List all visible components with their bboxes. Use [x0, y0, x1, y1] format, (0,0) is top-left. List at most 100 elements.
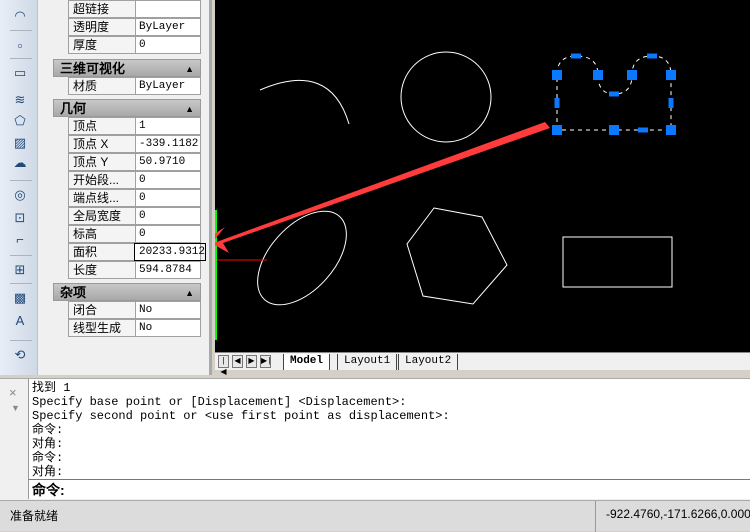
- property-row[interactable]: 顶点 X -339.1182: [68, 135, 201, 153]
- next-tab-button[interactable]: ▶: [246, 355, 257, 368]
- hatch-icon[interactable]: ▩: [12, 290, 28, 306]
- command-input[interactable]: 命令:: [28, 479, 750, 499]
- property-value[interactable]: 594.8784: [136, 262, 200, 278]
- drawing-canvas[interactable]: [205, 0, 750, 352]
- property-group-header[interactable]: 几何 ▲: [53, 99, 201, 117]
- polyline-icon[interactable]: ⌐: [12, 232, 28, 248]
- midpoint-grip[interactable]: [571, 53, 581, 59]
- tab-layout1[interactable]: Layout1: [337, 354, 398, 370]
- command-history-line: 找到 1: [32, 381, 71, 395]
- helix-icon[interactable]: ≋: [12, 92, 28, 108]
- property-label: 开始段...: [69, 172, 136, 188]
- vertex-grip[interactable]: [627, 70, 637, 80]
- property-value[interactable]: -339.1182: [136, 136, 200, 152]
- property-label: 面积: [69, 244, 135, 260]
- property-label: 长度: [69, 262, 136, 278]
- drawing-svg[interactable]: [205, 0, 750, 352]
- property-row[interactable]: 标高 0: [68, 225, 201, 243]
- property-label: 厚度: [69, 37, 136, 53]
- prev-tab-button[interactable]: ◀: [232, 355, 243, 368]
- table-icon[interactable]: ⊞: [12, 262, 28, 278]
- property-label: 超链接: [69, 1, 136, 17]
- dropdown-icon[interactable]: ▼: [11, 403, 20, 413]
- midpoint-grip[interactable]: [609, 91, 619, 97]
- property-row[interactable]: 长度 594.8784: [68, 261, 201, 279]
- collapse-icon[interactable]: ▲: [185, 60, 194, 78]
- rectangle-icon[interactable]: ▭: [12, 65, 28, 81]
- property-row[interactable]: 端点线... 0: [68, 189, 201, 207]
- close-icon[interactable]: ×: [9, 385, 17, 400]
- command-history-line: Specify second point or <use first point…: [32, 409, 450, 423]
- property-label: 顶点: [69, 118, 136, 134]
- property-row[interactable]: 顶点 1: [68, 117, 201, 135]
- draw-toolbar: ◠ ▫ ▭ ≋ ⬠ ▨ ☁ ◎ ⊡ ⌐ ⊞ ▩ A ⟲: [0, 0, 38, 375]
- command-window: × ▼ 找到 1 Specify base point or [Displacem…: [0, 378, 750, 500]
- property-value[interactable]: 20233.9312: [133, 243, 206, 261]
- property-value[interactable]: No: [136, 302, 200, 318]
- tab-model[interactable]: Model: [283, 354, 331, 370]
- revcloud-icon[interactable]: ☁: [12, 155, 28, 171]
- property-label: 顶点 Y: [69, 154, 136, 170]
- vertex-grip[interactable]: [552, 70, 562, 80]
- property-label: 标高: [69, 226, 136, 242]
- layout-tabs-bar: |◀ ◀ ▶ ▶| Model Layout1 Layout2: [215, 352, 750, 377]
- midpoint-grip[interactable]: [554, 98, 560, 108]
- property-value[interactable]: ByLayer: [136, 19, 200, 35]
- midpoint-grip[interactable]: [638, 127, 648, 133]
- property-value[interactable]: 0: [136, 190, 200, 206]
- property-row[interactable]: 透明度 ByLayer: [68, 18, 201, 36]
- polygon-icon[interactable]: ⬠: [12, 113, 28, 129]
- red-arrow: [205, 122, 550, 253]
- property-value[interactable]: No: [136, 320, 200, 336]
- collapse-icon[interactable]: ▲: [185, 100, 194, 118]
- property-value[interactable]: 0: [136, 37, 200, 53]
- collapse-icon[interactable]: ▲: [185, 284, 194, 302]
- group-title: 三维可视化: [60, 61, 126, 76]
- group-title: 杂项: [60, 285, 87, 300]
- property-row[interactable]: 超链接: [68, 0, 201, 18]
- vertex-grip[interactable]: [552, 125, 562, 135]
- property-row[interactable]: 材质 ByLayer: [68, 77, 201, 95]
- property-value[interactable]: 0: [136, 172, 200, 188]
- property-group-header[interactable]: 三维可视化 ▲: [53, 59, 201, 77]
- tab-layout2[interactable]: Layout2: [398, 354, 459, 370]
- midpoint-grip[interactable]: [647, 53, 657, 59]
- donut-icon[interactable]: ◎: [12, 187, 28, 203]
- vertex-grip[interactable]: [609, 125, 619, 135]
- property-value[interactable]: ByLayer: [136, 78, 200, 94]
- property-group-header[interactable]: 杂项 ▲: [53, 283, 201, 301]
- vertex-grip[interactable]: [593, 70, 603, 80]
- first-tab-button[interactable]: |◀: [218, 355, 229, 377]
- command-history-line: Specify base point or [Displacement] <Di…: [32, 395, 407, 409]
- region-icon[interactable]: ▨: [12, 135, 28, 151]
- property-row[interactable]: 开始段... 0: [68, 171, 201, 189]
- property-row[interactable]: 面积 20233.9312: [68, 243, 206, 261]
- property-label: 透明度: [69, 19, 136, 35]
- hexagon-entity[interactable]: [406, 207, 508, 305]
- property-row[interactable]: 全局宽度 0: [68, 207, 201, 225]
- midpoint-grip[interactable]: [668, 98, 674, 108]
- property-value[interactable]: 0: [136, 226, 200, 242]
- property-row[interactable]: 线型生成 No: [68, 319, 201, 337]
- last-tab-button[interactable]: ▶|: [260, 355, 272, 368]
- property-value[interactable]: [136, 1, 200, 17]
- property-value[interactable]: 50.9710: [136, 154, 200, 170]
- property-value[interactable]: 1: [136, 118, 200, 134]
- group-title: 几何: [60, 101, 87, 116]
- arc-entity[interactable]: [259, 79, 350, 125]
- property-value[interactable]: 0: [136, 208, 200, 224]
- property-row[interactable]: 顶点 Y 50.9710: [68, 153, 201, 171]
- command-history: 找到 1 Specify base point or [Displacement]…: [28, 379, 750, 479]
- vertex-grip[interactable]: [666, 70, 676, 80]
- wipeout-icon[interactable]: ⊡: [12, 210, 28, 226]
- arc-icon[interactable]: ◠: [12, 8, 28, 24]
- point-icon[interactable]: ▫: [12, 38, 28, 54]
- text-icon[interactable]: A: [12, 313, 28, 329]
- property-row[interactable]: 厚度 0: [68, 36, 201, 54]
- refresh-icon[interactable]: ⟲: [12, 347, 28, 363]
- vertex-grip[interactable]: [666, 125, 676, 135]
- property-row[interactable]: 闭合 No: [68, 301, 201, 319]
- rectangle-entity[interactable]: [562, 236, 673, 288]
- circle-entity[interactable]: [400, 51, 492, 143]
- property-label: 材质: [69, 78, 136, 94]
